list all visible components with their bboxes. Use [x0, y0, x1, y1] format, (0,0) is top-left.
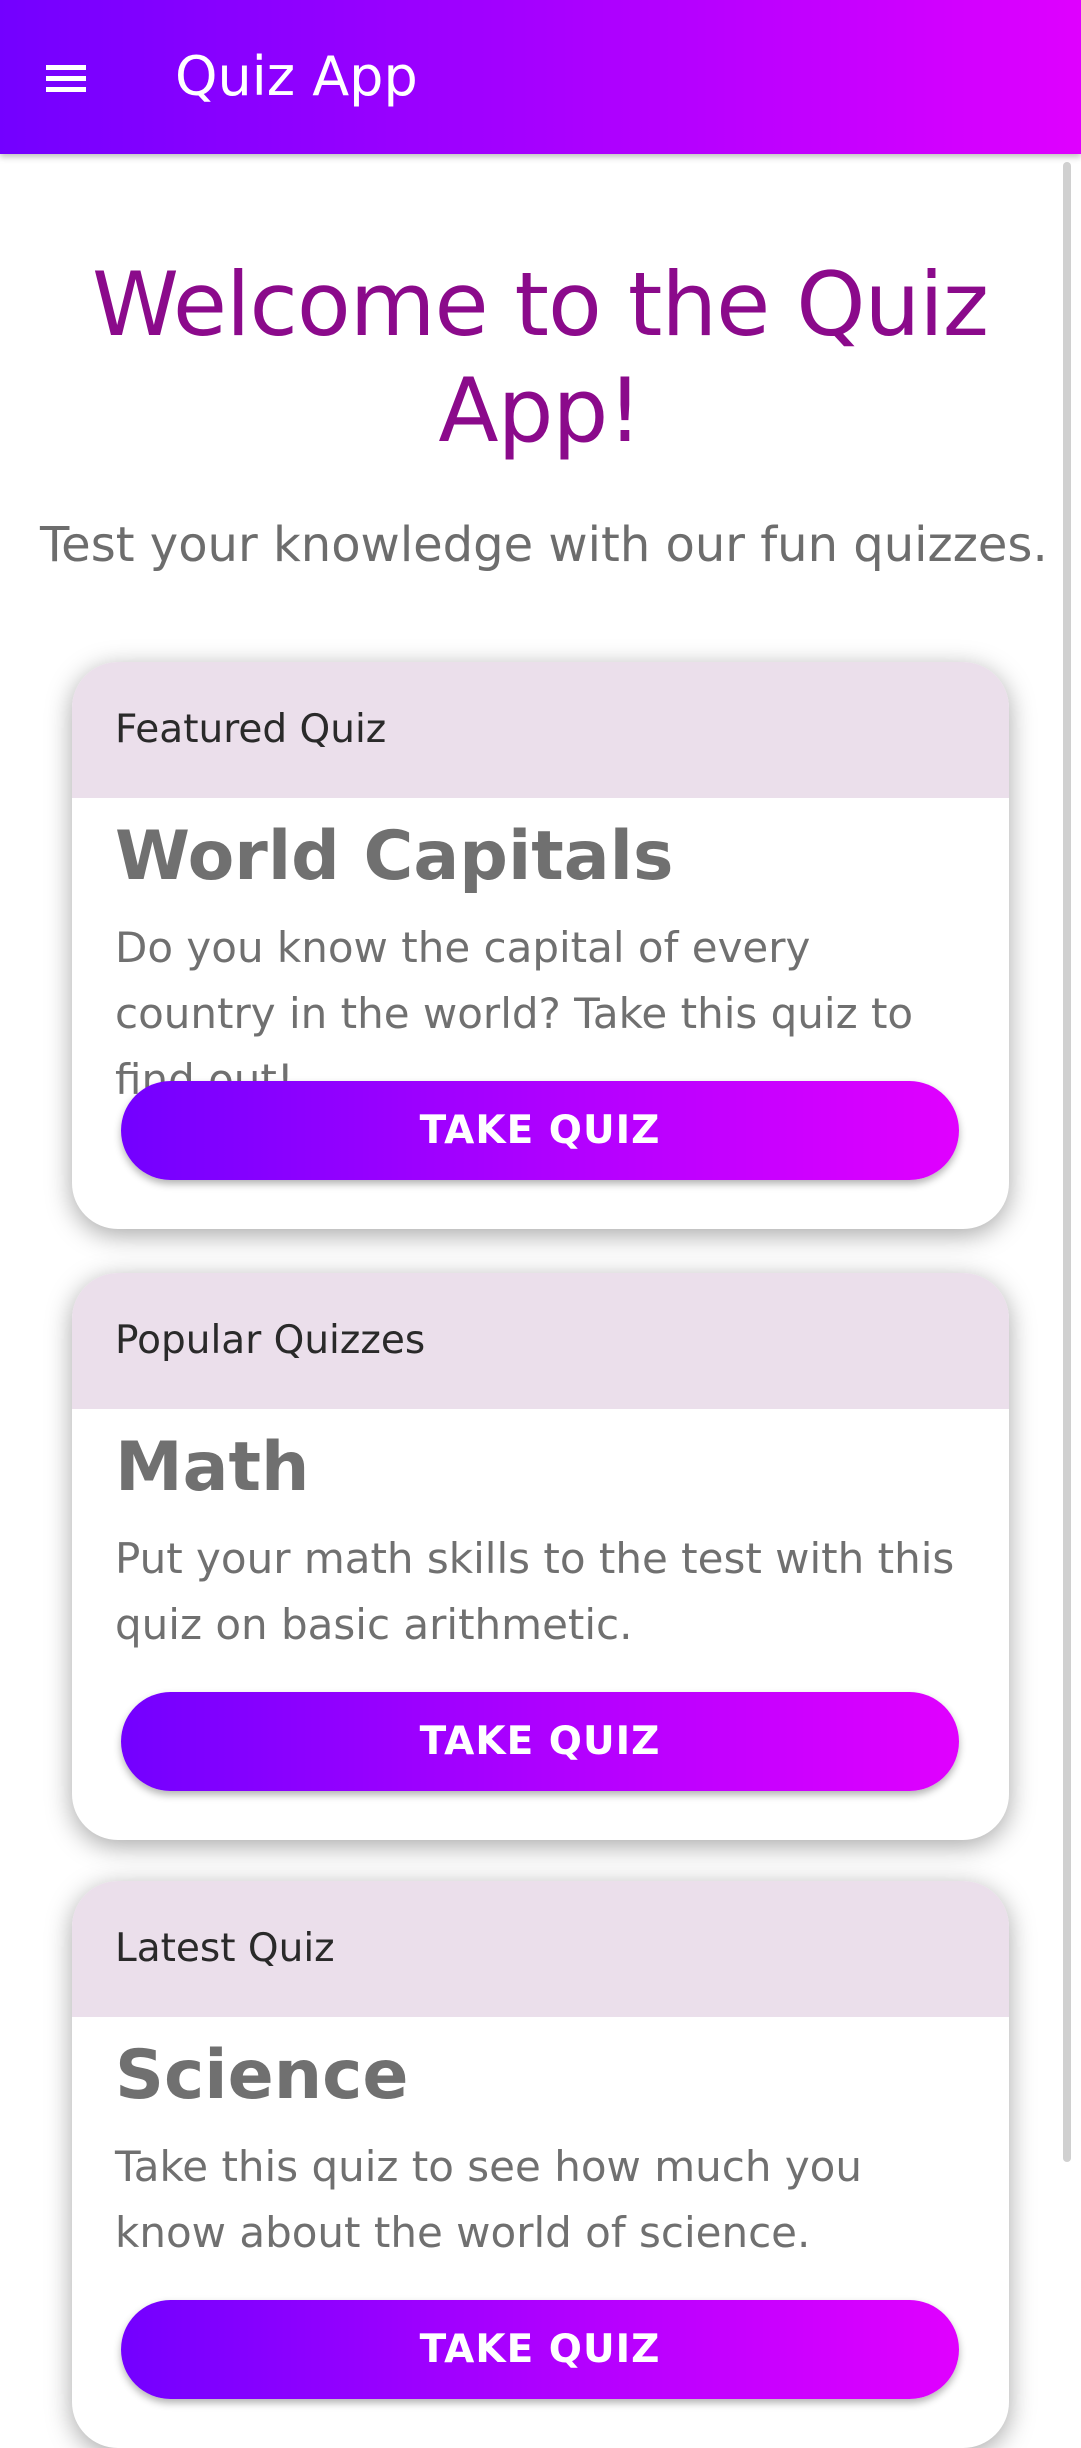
menu-icon[interactable]	[28, 40, 104, 116]
card-title: Math	[115, 1428, 310, 1507]
card-description: Put your math skills to the test with th…	[115, 1534, 955, 1649]
app-bar: Quiz App	[0, 0, 1081, 154]
card-header: Latest Quiz	[72, 1881, 1009, 2017]
app-title: Quiz App	[175, 45, 418, 108]
featured-quiz-card: Featured Quiz World Capitals Do you know…	[72, 662, 1009, 1229]
take-quiz-button[interactable]: TAKE QUIZ	[121, 1692, 959, 1791]
take-quiz-button[interactable]: TAKE QUIZ	[121, 2300, 959, 2399]
scrollbar[interactable]	[1063, 162, 1071, 2162]
welcome-subtitle: Test your knowledge with our fun quizzes…	[40, 517, 1048, 573]
latest-quiz-card: Latest Quiz Science Take this quiz to se…	[72, 1881, 1009, 2448]
welcome-title: Welcome to the Quiz App!	[92, 253, 989, 462]
card-header: Featured Quiz	[72, 662, 1009, 798]
card-description: Take this quiz to see how much you know …	[115, 2142, 862, 2257]
popular-quiz-card: Popular Quizzes Math Put your math skill…	[72, 1273, 1009, 1840]
card-title: World Capitals	[115, 817, 674, 896]
card-title: Science	[115, 2036, 409, 2115]
take-quiz-button[interactable]: TAKE QUIZ	[121, 1081, 959, 1180]
card-header: Popular Quizzes	[72, 1273, 1009, 1409]
